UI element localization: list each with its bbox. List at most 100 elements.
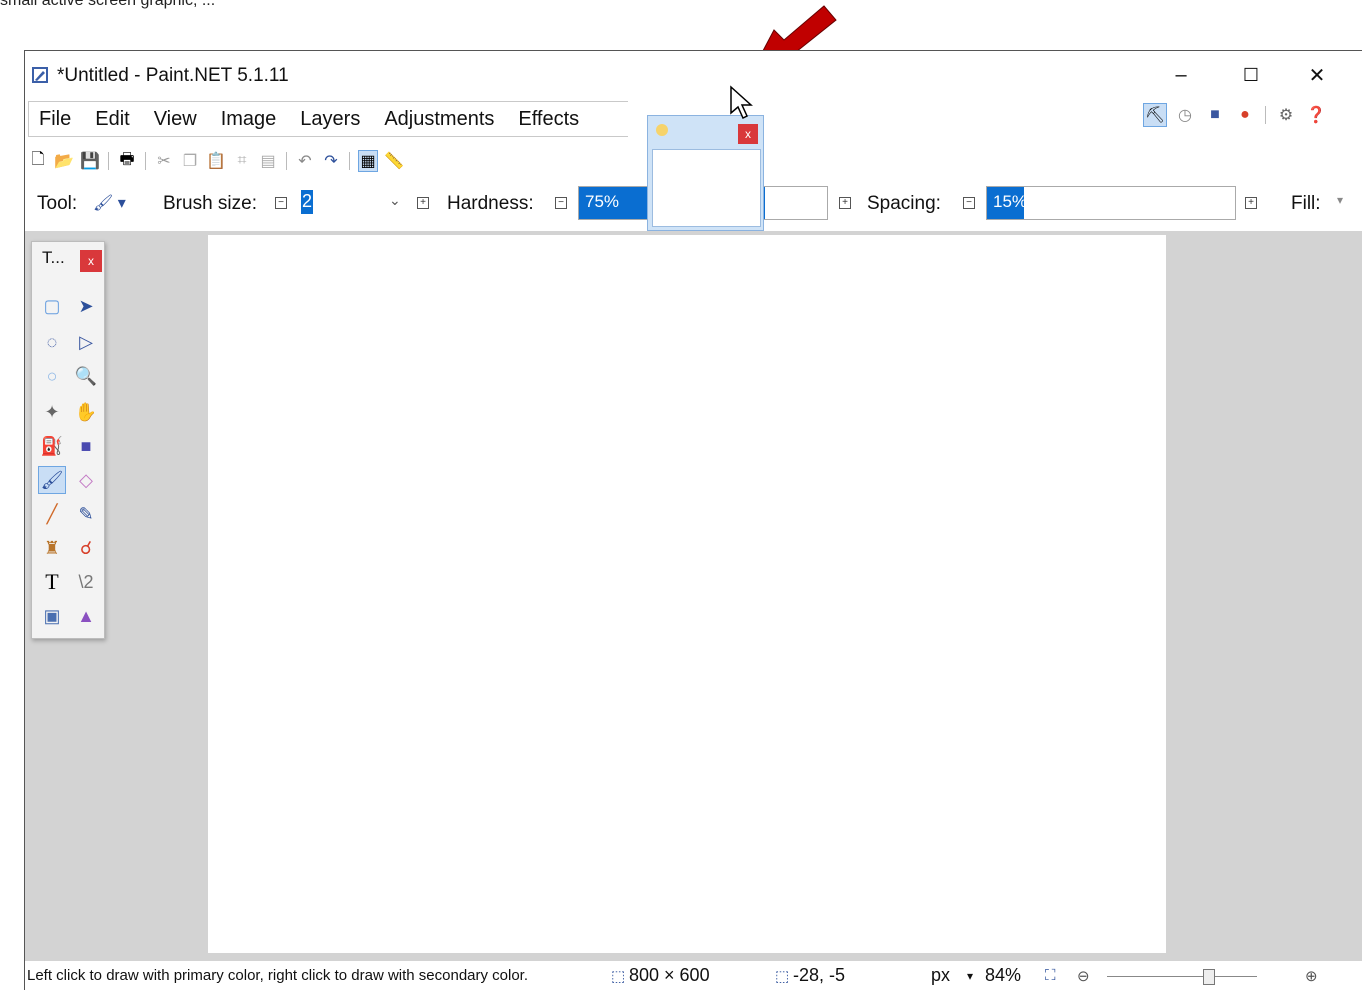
pan-hand-icon[interactable]: ✋ xyxy=(72,398,100,426)
minimize-button[interactable]: – xyxy=(1161,61,1201,89)
deselect-icon[interactable]: ▤ xyxy=(258,150,278,172)
hardness-increase-icon[interactable]: + xyxy=(839,197,851,209)
line-curve-icon[interactable]: \2 xyxy=(72,568,100,596)
save-icon[interactable]: 💾 xyxy=(80,150,100,172)
menu-image[interactable]: Image xyxy=(221,102,277,136)
zoom-slider-thumb[interactable] xyxy=(1203,969,1215,985)
image-canvas[interactable] xyxy=(208,235,1166,953)
paint-bucket-icon[interactable]: ⛽ xyxy=(38,432,66,460)
new-file-icon[interactable]: 🗋 xyxy=(28,150,48,172)
main-toolbar: 🗋 📂 💾 🖶 ✂ ❐ 📋 ⌗ ▤ ↶ ↷ ▦ 📏 xyxy=(28,145,404,177)
tool-selector-paintbrush-icon[interactable]: 🖌 ▾ xyxy=(93,193,126,213)
caption-text: small active screen graphic, ... xyxy=(0,0,216,9)
status-bar: Left click to draw with primary color, r… xyxy=(25,963,1362,990)
hardness-label: Hardness: xyxy=(447,193,534,214)
color-picker-icon[interactable]: ✎ xyxy=(72,500,100,528)
paste-icon[interactable]: 📋 xyxy=(206,150,226,172)
zoom-level[interactable]: 84% xyxy=(985,965,1021,986)
fill-dropdown-icon[interactable]: ▾ xyxy=(1337,193,1343,207)
fill-label: Fill: xyxy=(1291,193,1321,214)
menu-file[interactable]: File xyxy=(39,102,71,136)
help-icon[interactable]: ❓ xyxy=(1304,103,1328,127)
undo-icon[interactable]: ↶ xyxy=(295,150,315,172)
zoom-icon[interactable]: 🔍 xyxy=(72,362,100,390)
menu-adjustments[interactable]: Adjustments xyxy=(384,102,494,136)
zoom-in-icon[interactable]: ⊕ xyxy=(1305,967,1318,985)
brush-size-increase-icon[interactable]: + xyxy=(417,197,429,209)
colors-window-icon[interactable]: ● xyxy=(1233,103,1257,127)
paintnet-window: *Untitled - Paint.NET 5.1.11 – ☐ ✕ File … xyxy=(24,50,1362,990)
tool-label: Tool: xyxy=(37,193,78,214)
divider xyxy=(108,152,109,170)
units-dropdown-icon[interactable]: ▾ xyxy=(967,969,973,983)
window-toggle-icons: ⛏ ◷ ■ ● ⚙ ❓ xyxy=(1143,103,1328,127)
spacing-slider[interactable]: 15% xyxy=(986,186,1236,220)
rectangle-select-icon[interactable]: ▢ xyxy=(38,292,66,320)
spacing-increase-icon[interactable]: + xyxy=(1245,197,1257,209)
rulers-icon[interactable]: 📏 xyxy=(384,150,404,172)
tools-palette: T... x ▢ ➤ ◌ ▷ ○ 🔍 ✦ ✋ ⛽ ■ 🖌 ◇ ╱ ✎ ♜ ☌ T… xyxy=(31,241,105,639)
spacing-decrease-icon[interactable]: − xyxy=(963,197,975,209)
cursor-position-icon: ⬚ xyxy=(775,968,790,985)
spacing-value: 15% xyxy=(993,192,1028,211)
cut-icon[interactable]: ✂ xyxy=(154,150,174,172)
pixel-grid-icon[interactable]: ▦ xyxy=(358,150,378,172)
copy-icon[interactable]: ❐ xyxy=(180,150,200,172)
divider xyxy=(349,152,350,170)
text-tool-icon[interactable]: T xyxy=(38,568,66,596)
layers-window-icon[interactable]: ■ xyxy=(1203,103,1227,127)
history-window-icon[interactable]: ◷ xyxy=(1173,103,1197,127)
recolor-icon[interactable]: ☌ xyxy=(72,534,100,562)
workspace xyxy=(25,231,1362,961)
floating-mini-window[interactable]: x xyxy=(647,115,764,231)
gradient-icon[interactable]: ■ xyxy=(72,432,100,460)
image-size: 800 × 600 xyxy=(629,965,710,985)
cursor-position: -28, -5 xyxy=(793,965,846,985)
move-selected-pixels-icon[interactable]: ➤ xyxy=(72,292,100,320)
zoom-slider[interactable] xyxy=(1107,976,1257,977)
menu-view[interactable]: View xyxy=(154,102,197,136)
crop-icon[interactable]: ⌗ xyxy=(232,150,252,172)
settings-gear-icon[interactable]: ⚙ xyxy=(1274,103,1298,127)
tools-palette-title: T... xyxy=(42,248,65,267)
image-size-icon: ⬚ xyxy=(611,968,626,985)
menu-bar: File Edit View Image Layers Adjustments … xyxy=(28,101,628,137)
tools-palette-close-button[interactable]: x xyxy=(80,250,102,272)
status-hint: Left click to draw with primary color, r… xyxy=(27,967,529,984)
brush-size-label: Brush size: xyxy=(163,193,257,214)
move-selection-icon[interactable]: ▷ xyxy=(72,328,100,356)
maximize-button[interactable]: ☐ xyxy=(1231,61,1271,89)
units-selector[interactable]: px xyxy=(931,965,950,986)
ellipse-select-icon[interactable]: ○ xyxy=(38,362,66,390)
print-icon[interactable]: 🖶 xyxy=(117,150,137,172)
menu-effects[interactable]: Effects xyxy=(518,102,579,136)
eraser-icon[interactable]: ◇ xyxy=(72,466,100,494)
magic-wand-icon[interactable]: ✦ xyxy=(38,398,66,426)
clone-stamp-icon[interactable]: ♜ xyxy=(38,534,66,562)
floater-content xyxy=(652,149,761,227)
brush-size-decrease-icon[interactable]: − xyxy=(275,197,287,209)
chevron-down-icon[interactable]: ⌄ xyxy=(389,192,401,209)
paintnet-app-icon xyxy=(32,67,48,83)
brush-size-input[interactable]: 2 ⌄ xyxy=(299,186,409,220)
divider xyxy=(145,152,146,170)
pencil-icon[interactable]: ╱ xyxy=(38,500,66,528)
floater-close-button[interactable]: x xyxy=(738,124,758,144)
open-file-icon[interactable]: 📂 xyxy=(54,150,74,172)
close-button[interactable]: ✕ xyxy=(1297,61,1337,89)
divider xyxy=(1265,106,1266,124)
zoom-to-window-icon[interactable]: ⛶ xyxy=(1045,967,1056,984)
mouse-cursor-icon xyxy=(730,85,753,120)
hardness-decrease-icon[interactable]: − xyxy=(555,197,567,209)
paintbrush-icon[interactable]: 🖌 xyxy=(38,466,66,494)
menu-layers[interactable]: Layers xyxy=(300,102,360,136)
lasso-select-icon[interactable]: ◌ xyxy=(38,328,66,356)
shapes-extra-icon[interactable]: ▲ xyxy=(72,602,100,630)
shapes-icon[interactable]: ▣ xyxy=(38,602,66,630)
tools-window-icon[interactable]: ⛏ xyxy=(1143,103,1167,127)
redo-icon[interactable]: ↷ xyxy=(321,150,341,172)
spacing-label: Spacing: xyxy=(867,193,941,214)
zoom-out-icon[interactable]: ⊖ xyxy=(1077,967,1090,985)
title-bar: *Untitled - Paint.NET 5.1.11 – ☐ ✕ xyxy=(25,51,1362,97)
menu-edit[interactable]: Edit xyxy=(95,102,129,136)
